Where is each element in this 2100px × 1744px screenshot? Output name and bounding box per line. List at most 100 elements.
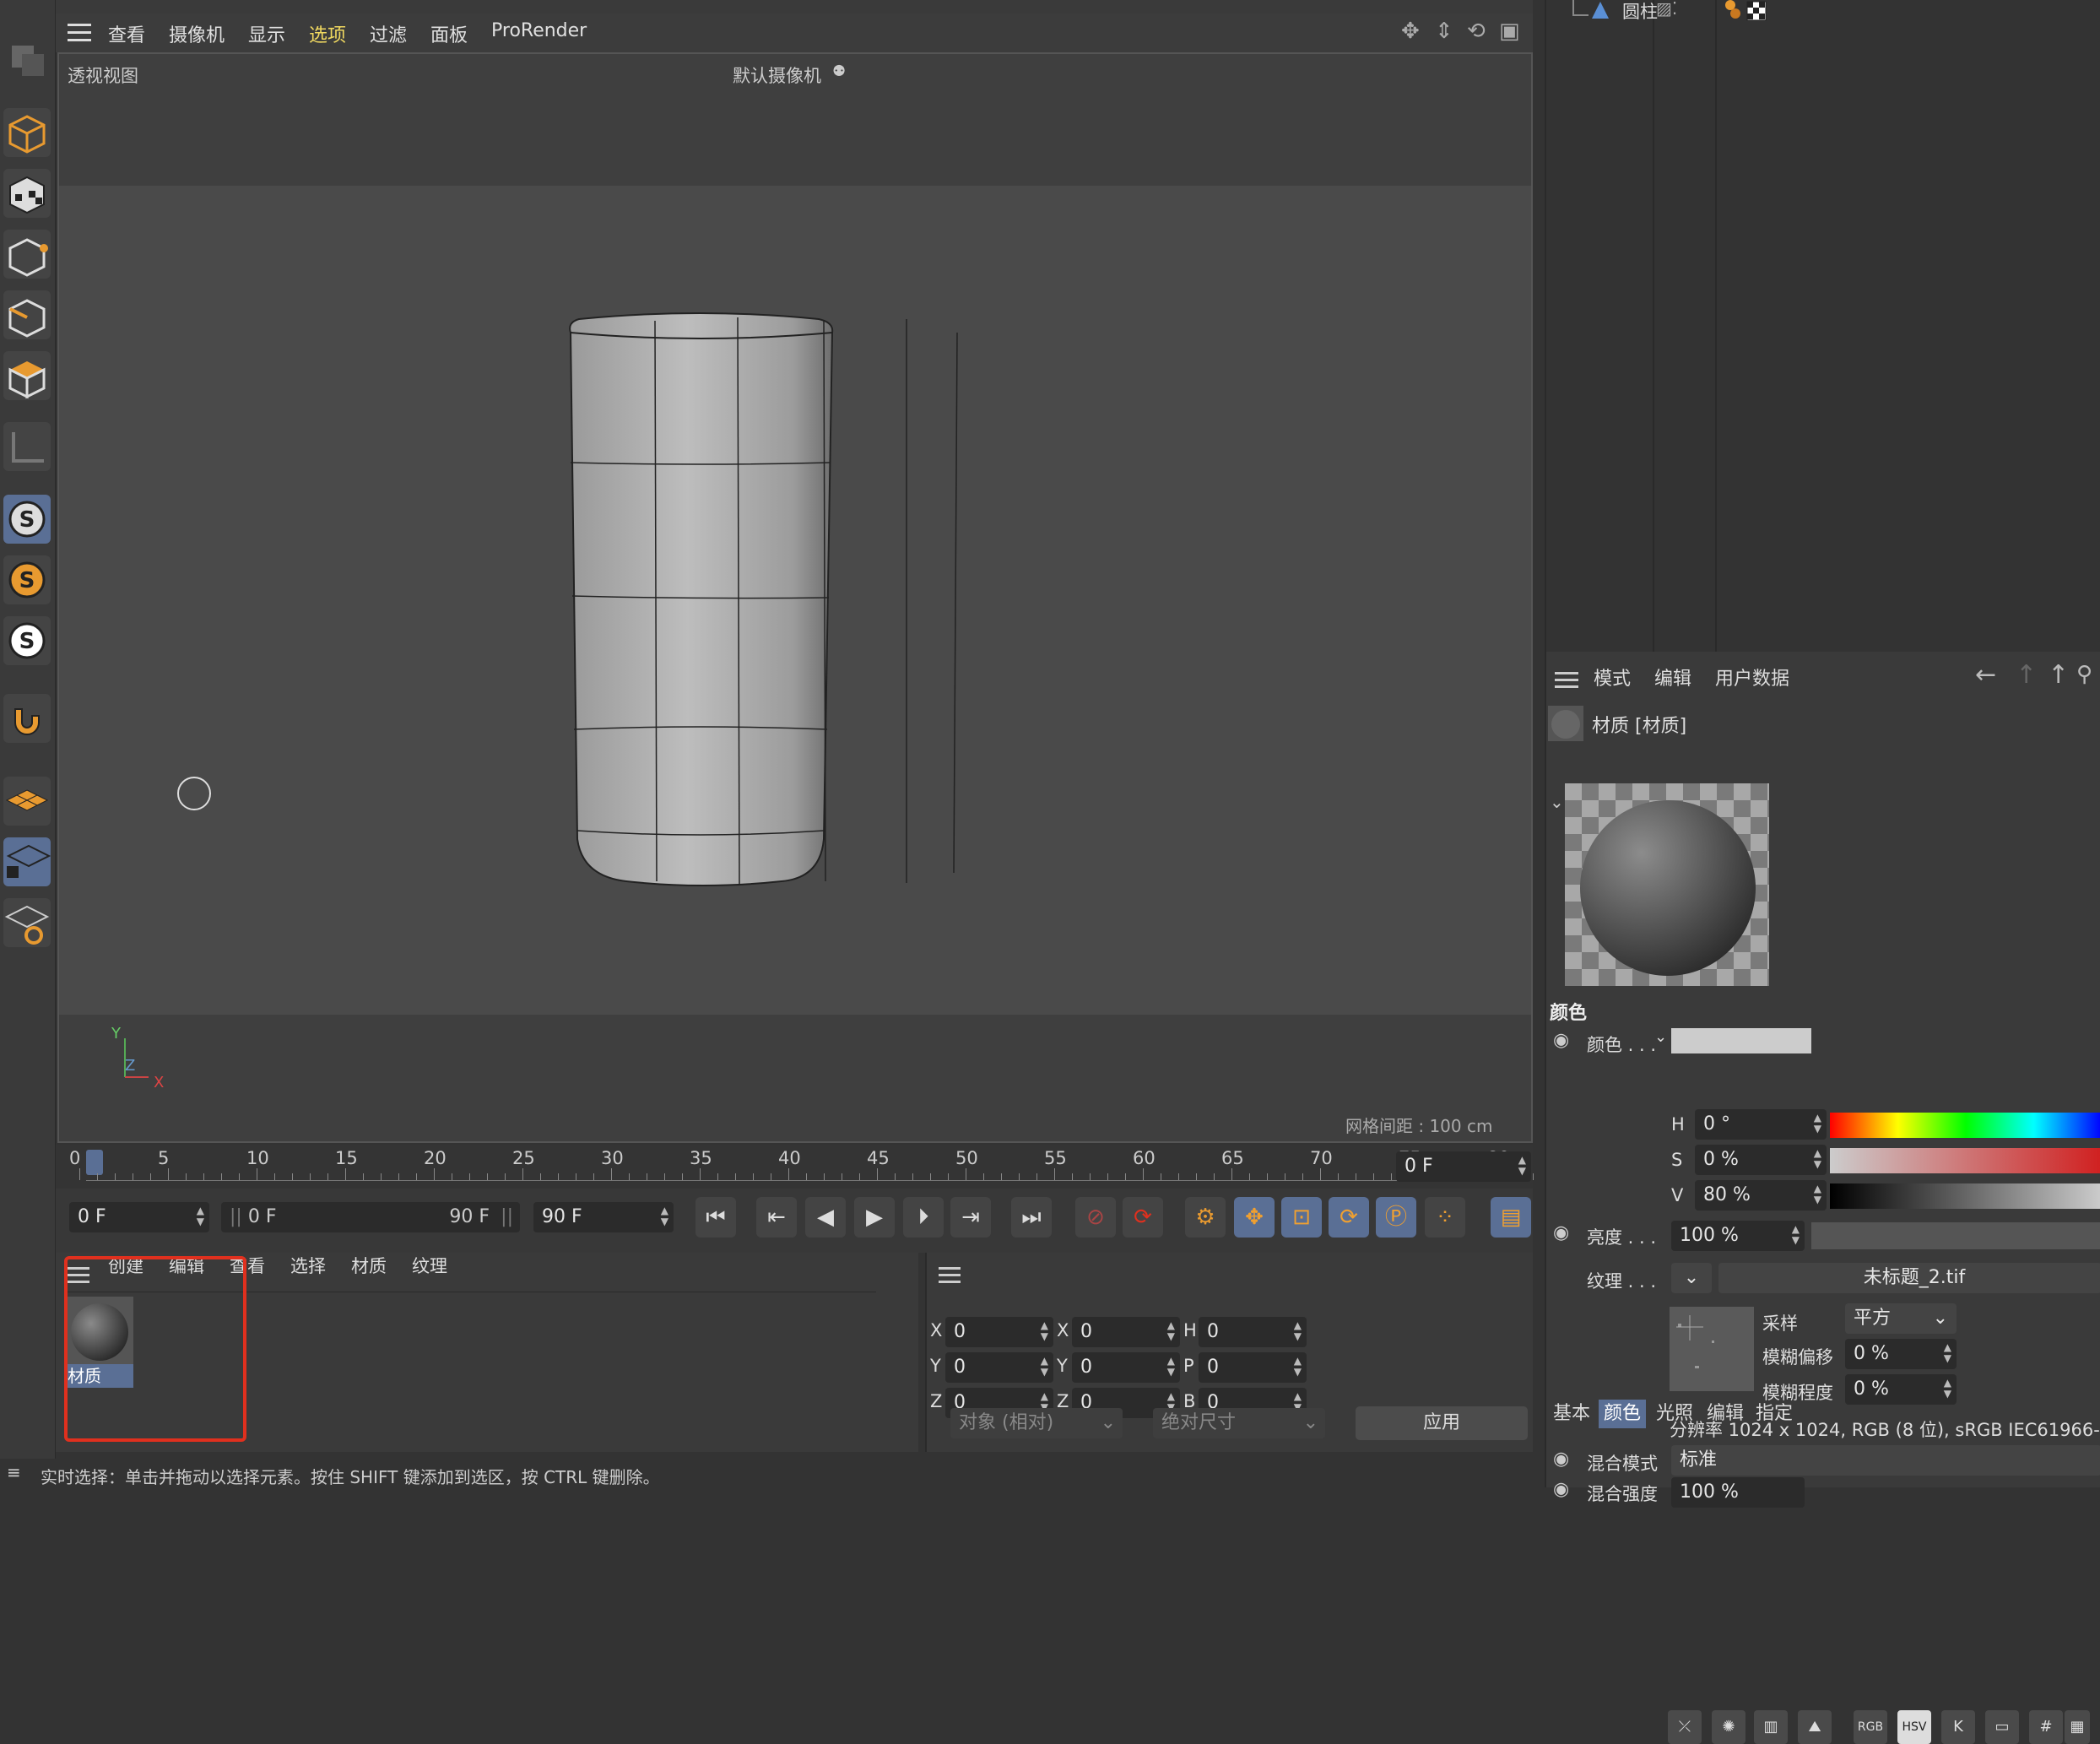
perspective-viewport[interactable]: 透视视图 默认摄像机 ⚉ Y Z X 网格间距 : 100 cm bbox=[57, 52, 1533, 1143]
coord-size-select[interactable]: 绝对尺寸 ⌄ bbox=[1153, 1408, 1325, 1438]
polygon-mode-button[interactable] bbox=[3, 351, 51, 400]
status-menu-icon[interactable]: ≡ bbox=[7, 1462, 21, 1482]
prev-frame-button[interactable]: ◀ bbox=[805, 1197, 846, 1238]
blend-strength-field[interactable]: 100 % bbox=[1671, 1477, 1805, 1508]
pla-key-icon[interactable]: ⁘ bbox=[1425, 1197, 1465, 1238]
brightness-slider[interactable] bbox=[1811, 1222, 2100, 1249]
move-key-icon[interactable]: ✥ bbox=[1234, 1197, 1275, 1238]
s-field[interactable]: 0 % ▲ ▼ bbox=[1695, 1145, 1827, 1175]
attr-menu-edit[interactable]: 编辑 bbox=[1654, 663, 1691, 691]
scale-key-icon[interactable]: ⊡ bbox=[1281, 1197, 1322, 1238]
swatches-icon[interactable]: ▦ bbox=[2065, 1710, 2090, 1744]
snap-settings-button[interactable]: S bbox=[3, 555, 51, 604]
apply-button[interactable]: 应用 bbox=[1356, 1406, 1528, 1440]
point-mode-button[interactable] bbox=[3, 230, 51, 279]
coord-menu-icon[interactable] bbox=[939, 1266, 962, 1288]
color-picker-icon[interactable]: ⤫ bbox=[1668, 1710, 1702, 1744]
record-button[interactable]: ⊘ bbox=[1075, 1197, 1116, 1238]
rotate-key-icon[interactable]: ⟳ bbox=[1329, 1197, 1369, 1238]
forward-up-icon[interactable]: ↑ bbox=[2016, 660, 2037, 690]
back-arrow-icon[interactable]: ← bbox=[1975, 660, 1996, 690]
goto-end-button[interactable]: ⏭ bbox=[1011, 1197, 1052, 1238]
grid-rotate-button[interactable] bbox=[3, 898, 51, 947]
image-picker-icon[interactable]: ⛰ bbox=[1798, 1710, 1832, 1744]
coord-value-field[interactable]: 0 ▲ ▼ bbox=[945, 1352, 1053, 1383]
color-expand-icon[interactable]: ⌄ bbox=[1654, 1028, 1667, 1046]
saturation-slider[interactable] bbox=[1830, 1148, 2100, 1173]
workplane-icon[interactable] bbox=[3, 422, 51, 471]
brightness-radio-icon[interactable]: ◉ bbox=[1553, 1222, 1569, 1243]
rotate-view-icon[interactable]: ⟲ bbox=[1467, 19, 1486, 44]
mat-menu-texture[interactable]: 纹理 bbox=[412, 1253, 447, 1278]
attr-menu-icon[interactable] bbox=[1555, 670, 1580, 694]
menu-prorender[interactable]: ProRender bbox=[491, 20, 587, 41]
keyframe-settings-icon[interactable]: ⚙ bbox=[1185, 1197, 1226, 1238]
blend-mode-radio-icon[interactable]: ◉ bbox=[1553, 1449, 1569, 1470]
texture-file-button[interactable]: 未标题_2.tif bbox=[1718, 1263, 2100, 1293]
color-wheel-icon[interactable]: ✺ bbox=[1712, 1710, 1745, 1744]
blur-scale-field[interactable]: 0 % ▲ ▼ bbox=[1845, 1374, 1957, 1405]
coord-value-field[interactable]: 0 ▲ ▼ bbox=[1072, 1317, 1180, 1347]
start-frame-field[interactable]: 0 F ▲ ▼ bbox=[69, 1202, 209, 1232]
value-slider[interactable] bbox=[1830, 1183, 2100, 1209]
menu-panel[interactable]: 面板 bbox=[430, 20, 468, 47]
attr-menu-mode[interactable]: 模式 bbox=[1594, 663, 1631, 691]
attr-tab[interactable]: 基本 bbox=[1548, 1400, 1595, 1428]
h-field[interactable]: 0 ° ▲ ▼ bbox=[1695, 1109, 1827, 1140]
collapse-chevron-icon[interactable]: ⌄ bbox=[1550, 792, 1564, 812]
hamburger-icon[interactable] bbox=[68, 22, 93, 47]
snap-toggle-button[interactable]: S bbox=[3, 616, 51, 665]
prev-key-button[interactable]: ⇤ bbox=[756, 1197, 797, 1238]
timeline-ruler[interactable]: 051015202530354045505560657075808590 0 F… bbox=[56, 1145, 1687, 1189]
menu-filter[interactable]: 过滤 bbox=[370, 20, 407, 47]
model-mode-button[interactable] bbox=[3, 108, 51, 157]
next-frame-button[interactable]: ⏵ bbox=[903, 1197, 944, 1238]
brightness-field[interactable]: 100 % ▲ ▼ bbox=[1671, 1221, 1805, 1251]
texture-mode-button[interactable] bbox=[3, 169, 51, 218]
spinner-arrows-icon[interactable]: ▲ ▼ bbox=[1041, 1320, 1048, 1342]
material-tag-icon[interactable] bbox=[1722, 0, 1773, 22]
end-frame-field[interactable]: 90 F ▲ ▼ bbox=[533, 1202, 674, 1232]
mat-menu-material[interactable]: 材质 bbox=[351, 1253, 387, 1278]
blur-offset-field[interactable]: 0 % ▲ ▼ bbox=[1845, 1339, 1957, 1369]
menu-view[interactable]: 查看 bbox=[108, 20, 145, 47]
current-frame-field[interactable]: 0 F ▲ ▼ bbox=[1396, 1151, 1531, 1182]
spinner-arrows-icon[interactable]: ▲ ▼ bbox=[1167, 1356, 1175, 1378]
visibility-icon[interactable]: ▨⁚ bbox=[1656, 0, 1677, 19]
menu-options[interactable]: 选项 bbox=[309, 20, 346, 47]
pan-view-icon[interactable]: ✥ bbox=[1401, 19, 1420, 44]
edge-mode-button[interactable] bbox=[3, 290, 51, 339]
spinner-arrows-icon[interactable]: ▲ ▼ bbox=[1041, 1356, 1048, 1378]
spinner-arrows-icon[interactable]: ▲ ▼ bbox=[1294, 1320, 1302, 1342]
timeline-playhead[interactable] bbox=[86, 1150, 103, 1175]
up-arrow-icon[interactable]: ↑ bbox=[2048, 660, 2069, 690]
spinner-arrows-icon[interactable]: ▲ ▼ bbox=[1294, 1356, 1302, 1378]
coord-value-field[interactable]: 0 ▲ ▼ bbox=[1199, 1352, 1307, 1383]
blend-mode-select[interactable]: 标准 bbox=[1671, 1445, 2100, 1476]
hsv-mode-button[interactable]: HSV bbox=[1897, 1710, 1931, 1744]
hex-mode-button[interactable]: # bbox=[2029, 1710, 2063, 1744]
attr-menu-userdata[interactable]: 用户数据 bbox=[1715, 663, 1789, 691]
attr-tab[interactable]: 颜色 bbox=[1599, 1400, 1647, 1428]
play-button[interactable]: ▶ bbox=[854, 1197, 895, 1238]
coord-mode-select[interactable]: 对象 (相对) ⌄ bbox=[950, 1408, 1123, 1438]
cylinder-object[interactable] bbox=[59, 54, 1534, 1145]
grid-plane-button[interactable] bbox=[3, 777, 51, 826]
mixer-icon[interactable]: ▭ bbox=[1985, 1710, 2019, 1744]
goto-start-button[interactable]: ⏮ bbox=[695, 1197, 736, 1238]
search-icon[interactable]: ⚲ bbox=[2076, 662, 2092, 687]
dolly-view-icon[interactable]: ⇕ bbox=[1435, 19, 1453, 44]
kelvin-mode-button[interactable]: K bbox=[1941, 1710, 1975, 1744]
hue-slider[interactable] bbox=[1830, 1113, 2100, 1138]
color-swatch[interactable] bbox=[1671, 1028, 1811, 1053]
color-radio-icon[interactable]: ◉ bbox=[1553, 1030, 1569, 1051]
autokey-button[interactable]: ⟳ bbox=[1123, 1197, 1163, 1238]
spinner-arrows-icon[interactable]: ▲ ▼ bbox=[1167, 1320, 1175, 1342]
coord-value-field[interactable]: 0 ▲ ▼ bbox=[1072, 1352, 1180, 1383]
view-cube-icon[interactable] bbox=[3, 34, 51, 83]
frame-range-slider[interactable]: || 0 F 90 F || bbox=[221, 1202, 520, 1232]
next-key-button[interactable]: ⇥ bbox=[950, 1197, 991, 1238]
snap-button[interactable]: S bbox=[3, 495, 51, 544]
param-key-icon[interactable]: Ⓟ bbox=[1376, 1197, 1416, 1238]
lock-grid-button[interactable] bbox=[3, 837, 51, 886]
